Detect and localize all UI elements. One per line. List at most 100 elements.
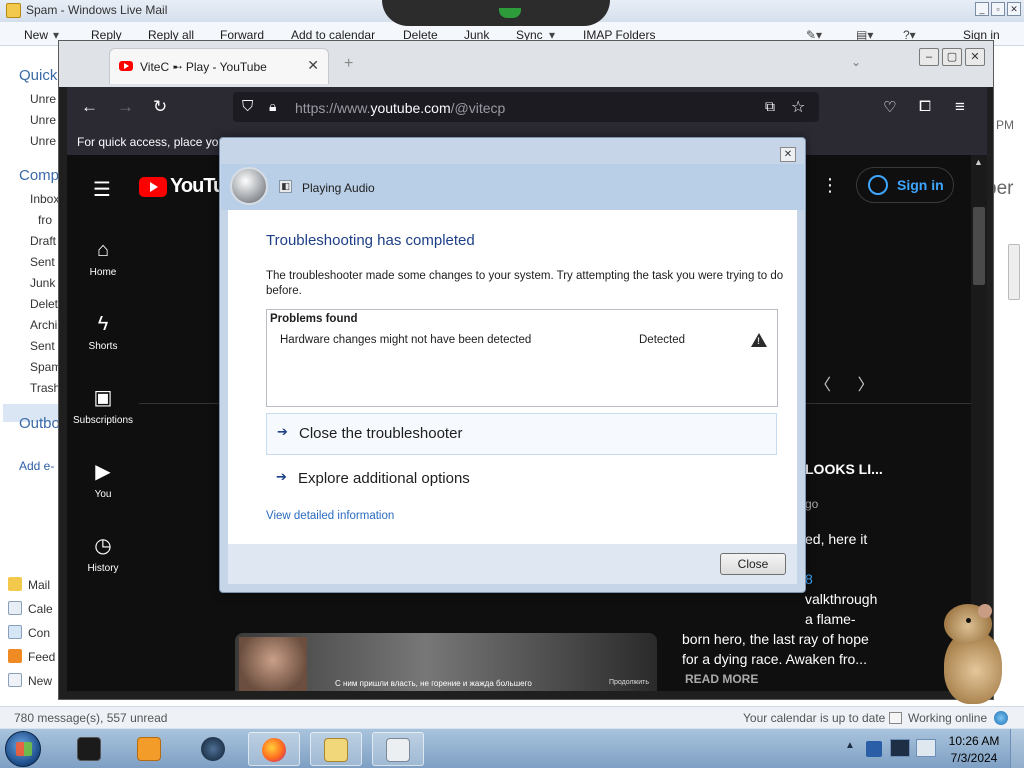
address-bar[interactable]: ⛉ 🔒︎ https://www.youtube.com/@vitecp ⧉ ☆ (233, 92, 819, 122)
show-desktop-button[interactable] (1010, 729, 1024, 768)
mail-app-icon (6, 3, 21, 18)
close-troubleshooter-option[interactable]: ➔ Close the troubleshooter (266, 413, 777, 455)
picture-in-picture-icon[interactable]: ⧉ (765, 98, 775, 115)
quick-views-heading[interactable]: Quick (19, 67, 57, 84)
taskbar-app-windows-live-mail[interactable] (310, 732, 362, 766)
explore-options-option[interactable]: ➔ Explore additional options (266, 459, 777, 501)
tray-volume-icon[interactable] (916, 739, 936, 757)
taskbar-app-media-player[interactable] (124, 732, 176, 766)
close-window-button[interactable]: ✕ (965, 48, 985, 66)
hamster-desktop-pet[interactable] (938, 604, 1006, 706)
globe-icon (201, 737, 225, 761)
start-button[interactable] (5, 731, 41, 767)
tab-title: ViteC ➸ Play - YouTube (140, 60, 267, 74)
online-status: Working online (908, 711, 988, 725)
folder-unread-1[interactable]: Unre (30, 92, 56, 106)
folder-sent-2[interactable]: Sent (30, 339, 55, 353)
problems-header: Problems found (270, 313, 358, 325)
wlm-close-button[interactable]: ✕ (1007, 2, 1021, 16)
reload-icon[interactable]: ↻ (153, 97, 167, 117)
new-tab-icon[interactable]: + (344, 55, 353, 73)
folder-inbox[interactable]: Inbox (30, 192, 59, 206)
clock-date[interactable]: 7/3/2024 (946, 751, 1002, 765)
time-fragment: PM (996, 118, 1014, 132)
bookmark-star-icon[interactable]: ☆ (791, 97, 805, 117)
view-details-link[interactable]: View detailed information (266, 510, 394, 522)
taskbar-app-firefox[interactable] (248, 732, 300, 766)
folder-archive[interactable]: Archi (30, 318, 57, 332)
show-hidden-icons-icon[interactable]: ▲ (845, 740, 855, 751)
folder-unread-2[interactable]: Unre (30, 113, 56, 127)
problems-list: Problems found Hardware changes might no… (266, 309, 778, 407)
folder-spam[interactable]: Spam (30, 360, 61, 374)
menu-icon[interactable]: ≡ (955, 97, 965, 117)
sidebar-item-home[interactable]: ⌂ Home (67, 239, 139, 278)
video-title[interactable]: LOOKS LI... (805, 461, 883, 477)
lock-icon[interactable]: 🔒︎ (269, 98, 276, 115)
contacts-app-link[interactable]: Con (8, 625, 50, 640)
streamer-webcam (239, 637, 307, 691)
read-more-link[interactable]: READ MORE (685, 672, 758, 686)
back-orb-icon[interactable] (230, 167, 268, 205)
guide-menu-icon[interactable]: ☰ (93, 177, 111, 202)
minimize-button[interactable]: – (919, 48, 939, 66)
sidebar-item-subscriptions[interactable]: ▣ Subscriptions (67, 387, 139, 426)
sidebar-item-history[interactable]: ◷ History (67, 535, 139, 574)
close-tab-icon[interactable]: ✕ (307, 57, 319, 74)
windows-logo-icon (16, 742, 32, 756)
new-button[interactable]: New (24, 28, 48, 42)
outbox-heading[interactable]: Outbo (19, 415, 60, 432)
feeds-app-link[interactable]: Feed (8, 649, 55, 664)
wlm-folder-pane: Quick Unre Unre Unre Comp Inbox fro Draf… (0, 46, 61, 706)
calendar-app-link[interactable]: Cale (8, 601, 53, 616)
scrollbar-thumb[interactable] (1008, 244, 1020, 300)
folder-junk[interactable]: Junk (30, 276, 55, 290)
featured-video-player[interactable]: С ним пришли власть, не горение и жажда … (235, 633, 657, 691)
extensions-icon[interactable]: ⧠ (919, 98, 931, 115)
mail-app-link[interactable]: Mail (8, 577, 50, 592)
webcam-notch (382, 0, 610, 26)
sidebar-item-you[interactable]: ▶ You (67, 461, 139, 500)
folder-drafts[interactable]: Draft (30, 234, 56, 248)
folder-trash[interactable]: Trash (30, 381, 60, 395)
url-text: https://www.youtube.com/@vitecp (295, 100, 505, 116)
list-tabs-icon[interactable]: ⌄ (851, 55, 861, 69)
forward-icon[interactable]: → (117, 97, 134, 117)
account-heading[interactable]: Comp (19, 167, 59, 184)
folder-unread-3[interactable]: Unre (30, 134, 56, 148)
tray-monitor-icon[interactable] (890, 739, 910, 757)
folder-sent[interactable]: Sent (30, 255, 55, 269)
newsgroups-app-link[interactable]: New (8, 673, 52, 688)
scroll-up-icon[interactable]: ▲ (974, 157, 983, 167)
wlm-maximize-button[interactable]: ▫ (991, 2, 1005, 16)
back-icon[interactable]: ← (81, 97, 98, 117)
taskbar-app-globe[interactable] (188, 732, 240, 766)
video-description-line: for a dying race. Awaken fro... (682, 651, 867, 667)
youtube-play-icon (139, 177, 167, 197)
close-button[interactable]: Close (720, 553, 786, 575)
folder-deleted[interactable]: Delet (30, 297, 58, 311)
wlm-statusbar: 780 message(s), 557 unread Your calendar… (0, 706, 1024, 728)
wlm-minimize-button[interactable]: _ (975, 2, 989, 16)
scrollbar-thumb[interactable] (973, 207, 985, 285)
carousel-arrows[interactable]: 〈 〉 (815, 371, 874, 395)
taskbar-app-troubleshooter[interactable] (372, 732, 424, 766)
firefox-icon (262, 738, 286, 762)
tab-youtube[interactable]: ViteC ➸ Play - YouTube ✕ (109, 48, 329, 84)
sign-in-button[interactable]: Sign in (856, 167, 954, 203)
video-description-link[interactable]: 8 (805, 571, 813, 587)
pocket-icon[interactable]: ♡ (883, 98, 896, 116)
add-email-account-link[interactable]: Add e- (19, 459, 54, 473)
taskbar-app-terminal[interactable] (64, 732, 116, 766)
more-options-icon[interactable]: ⋮ (821, 175, 839, 196)
video-description-fragment: ed, here it (805, 531, 868, 547)
clock-time[interactable]: 10:26 AM (946, 734, 1002, 748)
maximize-button[interactable]: ▢ (942, 48, 962, 66)
folder-from[interactable]: fro (38, 213, 52, 227)
sidebar-item-shorts[interactable]: ϟ Shorts (67, 313, 139, 352)
problem-description: Hardware changes might not have been det… (280, 334, 532, 346)
shield-icon[interactable]: ⛉ (242, 98, 253, 115)
dialog-close-icon[interactable]: ✕ (780, 147, 796, 162)
account-icon (868, 175, 888, 195)
tray-app-icon[interactable] (866, 741, 882, 757)
